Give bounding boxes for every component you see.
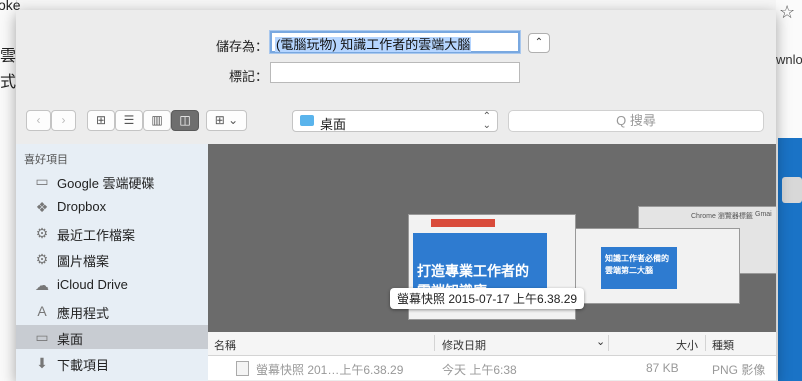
finder-toolbar: ‹ › ⊞ ☰ ▥ ◫ ⊞ ⌄ 桌面 ⌃ ⌄ Q 搜尋: [16, 100, 776, 140]
grid-icon: ⊞: [95, 113, 107, 127]
filename-input[interactable]: (電腦玩物) 知識工作者的雲端大腦: [270, 31, 520, 53]
view-icons-button[interactable]: ⊞: [87, 110, 115, 131]
sidebar-item-dropbox[interactable]: ❖ Dropbox: [16, 195, 208, 219]
thumb-title: 打造專業工作者的: [417, 263, 529, 279]
sidebar-item-pictures[interactable]: ⚙ 圖片檔案: [16, 247, 208, 271]
thumb-title: 知識工作者必備的: [605, 254, 669, 263]
coverflow-preview[interactable]: Chrome 瀏覽器標籤 Gmai 知識工作者必備的 雲端第二大腦 打造專業工作…: [208, 144, 776, 332]
column-header-date[interactable]: 修改日期: [442, 337, 486, 353]
chevron-left-icon: ‹: [36, 113, 41, 127]
updown-arrows-icon: ⌃ ⌄: [482, 111, 491, 131]
view-columns-button[interactable]: ▥: [143, 110, 171, 131]
sidebar-item-label: 桌面: [57, 332, 84, 347]
tags-label: 標記：: [228, 69, 268, 84]
chevron-right-icon: ›: [61, 113, 66, 127]
preview-caption: 螢幕快照 2015-07-17 上午6.38.29: [390, 288, 585, 309]
folder-icon: [300, 115, 314, 126]
column-header-size[interactable]: 大小: [676, 337, 698, 353]
dropbox-icon: ❖: [35, 199, 49, 215]
search-input[interactable]: Q 搜尋: [508, 110, 764, 132]
coverflow-icon: ◫: [179, 113, 191, 127]
file-name: 螢幕快照 201…上午6.38.29: [256, 363, 404, 377]
background-downloads-label: wnloa: [776, 52, 802, 67]
tags-input[interactable]: [270, 62, 520, 83]
desktop-icon: ▭: [35, 329, 49, 345]
background-page-right: ☆ wnloa: [776, 0, 802, 381]
back-button[interactable]: ‹: [26, 110, 51, 131]
cloud-icon: ☁: [35, 277, 49, 293]
view-coverflow-button[interactable]: ◫: [171, 110, 199, 131]
thumb-tab-label: Chrome 瀏覽器標籤: [691, 213, 753, 220]
folder-icon: ▭: [35, 173, 49, 189]
sidebar-item-recents[interactable]: ⚙ 最近工作檔案: [16, 221, 208, 245]
column-header-kind[interactable]: 種類: [712, 337, 734, 353]
column-divider[interactable]: [434, 335, 435, 351]
chevron-down-icon: ⌄: [596, 336, 606, 348]
thumb-tab-label: Gmai: [755, 211, 772, 218]
chevron-up-icon: ⌃: [534, 37, 544, 48]
sidebar-item-desktop[interactable]: ▭ 桌面: [16, 325, 208, 349]
column-header-name[interactable]: 名稱: [214, 337, 236, 353]
gear-icon: ⚙: [35, 251, 49, 267]
location-popup[interactable]: 桌面 ⌃ ⌄: [292, 110, 498, 132]
save-dialog: 儲存為： (電腦玩物) 知識工作者的雲端大腦 ⌃ 標記： ‹ › ⊞ ☰ ▥ ◫…: [16, 10, 776, 381]
sidebar-item-label: 下載項目: [57, 358, 110, 373]
filename-value: (電腦玩物) 知識工作者的雲端大腦: [275, 37, 472, 52]
background-blue-panel: [778, 138, 802, 381]
sidebar-item-label: Dropbox: [57, 199, 107, 214]
background-page-left: oke 雲 式: [0, 0, 21, 381]
list-icon: ☰: [123, 113, 135, 127]
background-scroll-widget: [782, 177, 802, 203]
arrange-grid-icon: ⊞ ⌄: [214, 113, 239, 127]
save-dialog-header: 儲存為： (電腦玩物) 知識工作者的雲端大腦 ⌃ 標記：: [16, 10, 776, 98]
thumb-red-bar: [431, 219, 495, 227]
background-text: 式: [0, 74, 17, 91]
sidebar-item-label: 最近工作檔案: [57, 228, 136, 243]
view-list-button[interactable]: ☰: [115, 110, 143, 131]
arrange-button[interactable]: ⊞ ⌄: [206, 110, 247, 131]
file-list-header: 名稱 修改日期 ⌄ 大小 種類: [208, 332, 776, 356]
location-label: 桌面: [320, 117, 347, 132]
file-size: 87 KB: [646, 361, 679, 375]
column-divider[interactable]: [608, 335, 609, 351]
sidebar-item-applications[interactable]: A 應用程式: [16, 299, 208, 323]
png-file-icon: [236, 361, 249, 376]
bookmark-star-icon[interactable]: ☆: [779, 2, 795, 23]
preview-thumbnail[interactable]: 知識工作者必備的 雲端第二大腦: [568, 228, 740, 304]
apps-icon: A: [37, 303, 47, 319]
sidebar-item-google-drive[interactable]: ▭ Google 雲端硬碟: [16, 169, 208, 193]
sidebar-item-icloud-drive[interactable]: ☁ iCloud Drive: [16, 273, 208, 297]
columns-icon: ▥: [151, 113, 163, 127]
expand-dialog-button[interactable]: ⌃: [528, 33, 550, 53]
table-row[interactable]: 螢幕快照 201…上午6.38.29 今天 上午6:38 87 KB PNG 影…: [208, 356, 776, 380]
sidebar-item-label: 應用程式: [57, 306, 110, 321]
sidebar-header: 喜好項目: [24, 154, 68, 166]
gear-icon: ⚙: [35, 225, 49, 241]
forward-button[interactable]: ›: [51, 110, 76, 131]
column-divider[interactable]: [705, 335, 706, 351]
file-date: 今天 上午6:38: [442, 363, 517, 377]
save-as-label: 儲存為：: [215, 39, 268, 54]
download-icon: ⬇: [36, 355, 48, 371]
search-placeholder: Q 搜尋: [616, 113, 656, 128]
thumb-title: 雲端第二大腦: [605, 266, 653, 275]
background-text: 雲: [0, 48, 17, 65]
sidebar-item-downloads[interactable]: ⬇ 下載項目: [16, 351, 208, 375]
file-kind: PNG 影像: [712, 363, 766, 377]
sidebar-item-label: Google 雲端硬碟: [57, 176, 155, 191]
sidebar-item-label: iCloud Drive: [57, 277, 128, 292]
sidebar: 喜好項目 ▭ Google 雲端硬碟 ❖ Dropbox ⚙ 最近工作檔案 ⚙ …: [16, 144, 208, 381]
sidebar-item-label: 圖片檔案: [57, 254, 110, 269]
